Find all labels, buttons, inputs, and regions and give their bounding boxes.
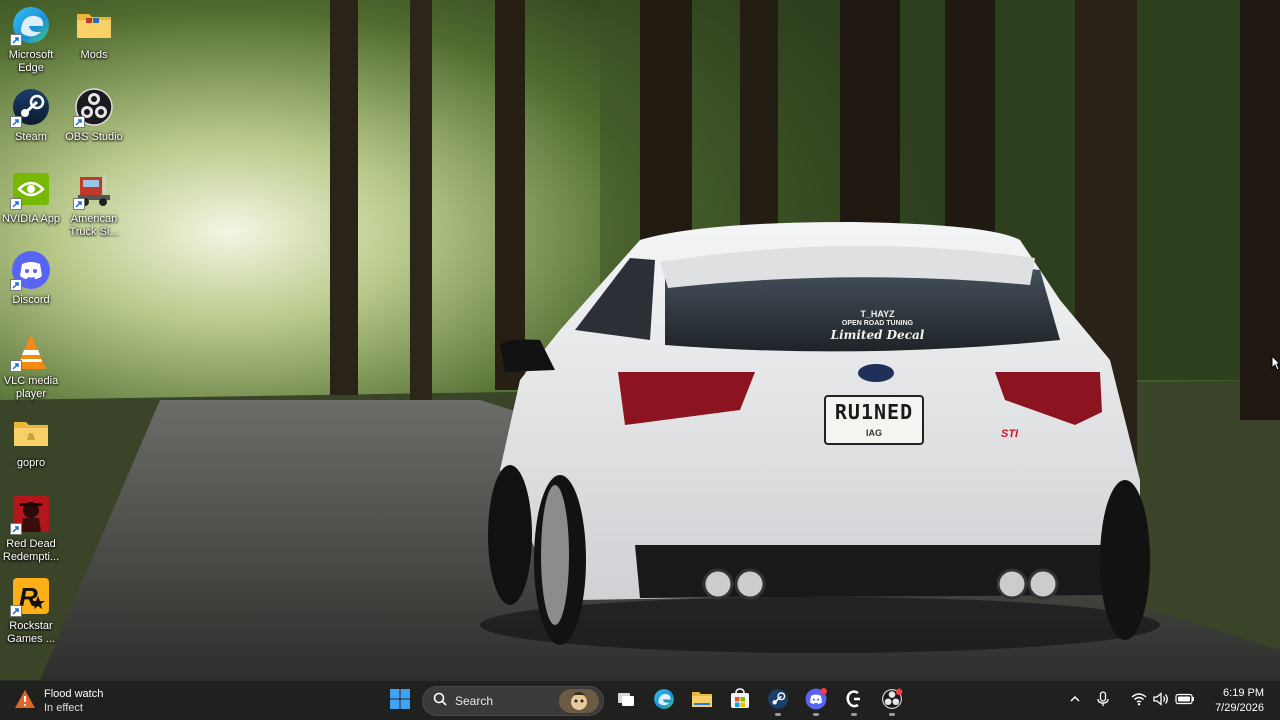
task-view-icon xyxy=(616,689,636,714)
desktop-icon-gopro[interactable]: gopro xyxy=(0,412,63,470)
obs-icon xyxy=(73,86,115,128)
decal-line-1: T_HAYZ xyxy=(860,309,895,319)
sti-badge: STI xyxy=(1001,428,1019,440)
shortcut-arrow-icon xyxy=(10,34,22,46)
steam-icon xyxy=(767,688,789,715)
running-indicator xyxy=(889,713,895,716)
shortcut-arrow-icon xyxy=(10,523,22,535)
running-indicator xyxy=(851,713,857,716)
desktop-icon-discord[interactable]: Discord xyxy=(0,249,63,307)
running-indicator xyxy=(775,713,781,716)
desktop-wallpaper: T_HAYZ OPEN ROAD TUNING Limited Decal RU… xyxy=(0,0,1280,680)
folder-icon xyxy=(73,4,115,46)
desktop-icon-steam[interactable]: Steam xyxy=(0,86,63,144)
desktop-icon-label: VLC media player xyxy=(3,375,59,400)
desktop-icon-label: Red Dead Redempti... xyxy=(2,538,60,563)
rear-decal: T_HAYZ OPEN ROAD TUNING Limited Decal xyxy=(800,309,955,342)
show-hidden-icons-button[interactable] xyxy=(1063,689,1087,713)
warning-icon xyxy=(14,688,36,715)
desktop-icon-label: OBS Studio xyxy=(65,131,123,143)
search-icon xyxy=(433,692,447,711)
edge-icon xyxy=(653,688,675,715)
desktop-icon-nvidia-app[interactable]: NVIDIA App xyxy=(0,168,63,226)
weather-title: Flood watch xyxy=(44,688,104,700)
desktop-icon-microsoft-edge[interactable]: Microsoft Edge xyxy=(0,4,63,75)
taskbar-obs[interactable] xyxy=(876,685,908,717)
taskbar-discord[interactable] xyxy=(800,685,832,717)
shortcut-arrow-icon xyxy=(73,116,85,128)
start-icon xyxy=(389,688,411,715)
microphone-icon xyxy=(1096,690,1110,712)
folder-icon xyxy=(10,412,52,454)
steam-icon xyxy=(10,86,52,128)
shortcut-arrow-icon xyxy=(10,116,22,128)
clock-date: 7/29/2026 xyxy=(1215,702,1264,714)
desktop-icon-label: American Truck Si... xyxy=(69,213,119,238)
clock-time: 6:19 PM xyxy=(1223,687,1264,699)
shortcut-arrow-icon xyxy=(10,360,22,372)
mouse-cursor-icon xyxy=(1271,354,1280,376)
desktop-icon-label: NVIDIA App xyxy=(1,213,61,225)
store-icon xyxy=(729,687,751,715)
desktop-icon-red-dead-redemption[interactable]: Red Dead Redempti... xyxy=(0,493,63,564)
desktop-icon-vlc-media-player[interactable]: VLC media player xyxy=(0,330,63,401)
obs-icon xyxy=(881,688,903,715)
discord-icon xyxy=(805,687,827,715)
rockstar-icon: R xyxy=(10,575,52,617)
speaker-icon xyxy=(1153,691,1169,711)
desktop-icon-rockstar-games[interactable]: R Rockstar Games ... xyxy=(0,575,63,646)
app-icon xyxy=(843,688,865,715)
task-view-button[interactable] xyxy=(610,685,642,717)
chevron-up-icon xyxy=(1069,692,1081,710)
shortcut-arrow-icon xyxy=(10,198,22,210)
desktop-icon-label: Discord xyxy=(12,294,50,306)
search-placeholder: Search xyxy=(455,694,494,708)
wifi-icon xyxy=(1131,692,1147,711)
weather-widget[interactable]: Flood watch In effect xyxy=(14,686,103,716)
taskbar-edge[interactable] xyxy=(648,685,680,717)
truck-icon xyxy=(73,168,115,210)
desktop-icon-obs-studio[interactable]: OBS Studio xyxy=(62,86,126,144)
desktop-icon-label: gopro xyxy=(16,457,46,469)
decal-line-2: OPEN ROAD TUNING xyxy=(841,320,914,327)
desktop-icon-label: Microsoft Edge xyxy=(8,49,54,74)
microphone-button[interactable] xyxy=(1091,689,1115,713)
start-button[interactable] xyxy=(384,685,416,717)
taskbar-file-explorer[interactable] xyxy=(686,685,718,717)
shortcut-arrow-icon xyxy=(73,198,85,210)
desktop-icon-label: Steam xyxy=(15,131,47,143)
plate-number: RU1NED xyxy=(834,400,914,424)
nvidia-icon xyxy=(10,168,52,210)
discord-icon xyxy=(10,249,52,291)
shortcut-arrow-icon xyxy=(10,279,22,291)
vlc-icon xyxy=(10,330,52,372)
battery-icon xyxy=(1175,692,1195,710)
taskbar: Flood watch In effect Search 6:19 PM 7/2… xyxy=(0,680,1280,720)
quick-settings-button[interactable] xyxy=(1121,689,1205,713)
shortcut-arrow-icon xyxy=(10,605,22,617)
edge-icon xyxy=(10,4,52,46)
license-plate: RU1NED IAG xyxy=(825,396,923,444)
decal-line-3: Limited Decal xyxy=(830,328,925,342)
running-indicator xyxy=(813,713,819,716)
desktop-icon-label: Mods xyxy=(80,49,108,61)
taskbar-clock[interactable]: 6:19 PM 7/29/2026 xyxy=(1205,686,1280,716)
taskbar-pinned-apps: Search xyxy=(384,685,908,717)
desktop-icon-label: Rockstar Games ... xyxy=(7,620,55,645)
desktop-icon-american-truck-simulator[interactable]: American Truck Si... xyxy=(62,168,126,239)
weather-subtitle: In effect xyxy=(44,702,83,714)
system-tray: 6:19 PM 7/29/2026 xyxy=(1063,681,1280,720)
search-highlight-icon xyxy=(559,689,599,713)
taskbar-app[interactable] xyxy=(838,685,870,717)
taskbar-steam[interactable] xyxy=(762,685,794,717)
rdr-icon xyxy=(10,493,52,535)
desktop-icon-mods[interactable]: Mods xyxy=(62,4,126,62)
plate-sub: IAG xyxy=(865,428,882,438)
taskbar-store[interactable] xyxy=(724,685,756,717)
taskbar-search[interactable]: Search xyxy=(422,686,604,716)
file-explorer-icon xyxy=(691,688,713,715)
